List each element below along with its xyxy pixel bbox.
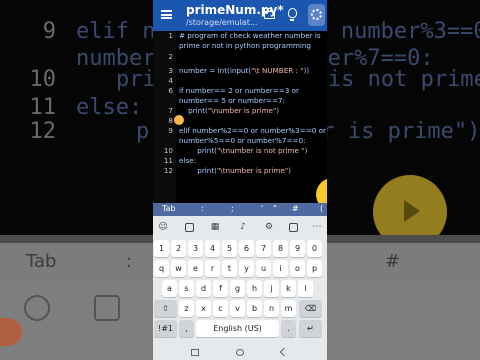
code-line: 10 print("\tnumber is not prime ")	[163, 146, 308, 155]
key-e[interactable]: e	[188, 260, 203, 277]
key-9[interactable]: 9	[290, 240, 305, 257]
code-line: 11 else:	[163, 156, 197, 165]
comma-key[interactable]: ,	[179, 320, 194, 337]
string-literal: "\tnumber is prime"	[216, 166, 289, 175]
key-r[interactable]: r	[205, 260, 220, 277]
file-path: /storage/emulat...	[186, 18, 258, 27]
code-line: 6 if number== 2 or number==3 or	[168, 86, 299, 95]
code-line: prime or not in python programming	[179, 41, 311, 50]
key-y[interactable]: y	[239, 260, 254, 277]
code-editor[interactable]: 1 # program of check weather number is pr…	[153, 31, 327, 203]
symbol-key[interactable]: "	[273, 204, 277, 213]
key-5[interactable]: 5	[222, 240, 237, 257]
key-k[interactable]: k	[281, 280, 296, 297]
key-0[interactable]: 0	[307, 240, 322, 257]
sticker-icon[interactable]	[185, 223, 194, 232]
text-cursor-handle[interactable]	[174, 115, 184, 125]
string-literal: "\tnumber is not prime "	[216, 146, 305, 155]
keyboard: ☺ ▦ ♪ ⚙ ⋯ 1 2 3 4 5 6 7 8 9 0 q w e r t …	[153, 216, 327, 360]
key-2[interactable]: 2	[171, 240, 186, 257]
code-line: 4	[168, 76, 173, 85]
key-b[interactable]: b	[247, 300, 262, 317]
mic-icon[interactable]: ♪	[237, 221, 249, 233]
key-l[interactable]: l	[298, 280, 313, 297]
key-s[interactable]: s	[179, 280, 194, 297]
settings-icon[interactable]: ⚙	[263, 221, 275, 233]
gif-icon[interactable]: ▦	[209, 221, 221, 233]
key-q[interactable]: q	[154, 260, 169, 277]
key-p[interactable]: p	[307, 260, 322, 277]
string-literal: "\number is prime"	[207, 106, 277, 115]
run-button[interactable]	[308, 4, 325, 26]
key-v[interactable]: v	[230, 300, 245, 317]
string-literal: "\t NUMBER : "	[251, 66, 304, 75]
symbol-key[interactable]: ;	[231, 204, 234, 213]
key-z[interactable]: z	[179, 300, 194, 317]
backspace-key[interactable]: ⌫	[299, 300, 322, 317]
bulb-icon[interactable]	[288, 8, 297, 21]
key-o[interactable]: o	[290, 260, 305, 277]
code-line: 1 # program of check weather number is	[168, 31, 321, 40]
space-key[interactable]: English (US)	[196, 320, 279, 337]
symbol-key[interactable]: Tab	[162, 204, 176, 213]
key-g[interactable]: g	[230, 280, 245, 297]
key-x[interactable]: x	[196, 300, 211, 317]
phone-screen: primeNum.py* /storage/emulat... 1 # progr…	[153, 0, 327, 360]
enter-key[interactable]: ↵	[299, 320, 322, 337]
key-a[interactable]: a	[162, 280, 177, 297]
key-4[interactable]: 4	[205, 240, 220, 257]
symbol-key[interactable]: (	[320, 204, 323, 213]
code-line: 2	[168, 52, 173, 61]
navigation-bar	[153, 347, 327, 360]
key-j[interactable]: j	[264, 280, 279, 297]
code-line: 9 elif number%2==0 or number%3==0 or	[168, 126, 326, 135]
code-line: 3 number = int(input("\t NUMBER : "))	[168, 66, 310, 75]
key-h[interactable]: h	[247, 280, 262, 297]
shift-key[interactable]: ⇧	[154, 300, 177, 317]
key-t[interactable]: t	[222, 260, 237, 277]
run-icon	[311, 9, 322, 20]
recents-icon[interactable]	[191, 349, 199, 356]
key-u[interactable]: u	[256, 260, 271, 277]
symbol-bar: Tab : ; ' " # (	[153, 203, 327, 216]
key-m[interactable]: m	[281, 300, 296, 317]
symbols-key[interactable]: !#1	[154, 320, 177, 337]
symbol-key[interactable]: #	[292, 204, 299, 213]
home-icon[interactable]	[236, 349, 244, 356]
symbol-key[interactable]: :	[201, 204, 204, 213]
key-n[interactable]: n	[264, 300, 279, 317]
code-line: number== 5 or number==7:	[179, 96, 285, 105]
emoji-icon[interactable]: ☺	[157, 221, 169, 233]
key-w[interactable]: w	[171, 260, 186, 277]
app-bar: primeNum.py* /storage/emulat...	[153, 0, 327, 31]
key-8[interactable]: 8	[273, 240, 288, 257]
symbol-key[interactable]: '	[261, 204, 263, 213]
folder-icon[interactable]	[263, 8, 275, 19]
background-sticker-icon	[94, 295, 120, 321]
key-3[interactable]: 3	[188, 240, 203, 257]
key-i[interactable]: i	[273, 260, 288, 277]
key-6[interactable]: 6	[239, 240, 254, 257]
code-line: number%5==0 or number%7==0:	[179, 136, 306, 145]
key-c[interactable]: c	[213, 300, 228, 317]
key-7[interactable]: 7	[256, 240, 271, 257]
more-icon[interactable]: ⋯	[311, 221, 323, 233]
menu-icon[interactable]	[161, 10, 172, 19]
clipboard-icon[interactable]	[289, 223, 298, 232]
period-key[interactable]: .	[281, 320, 296, 337]
background-emoji-icon	[24, 295, 50, 321]
key-1[interactable]: 1	[154, 240, 169, 257]
code-line: 12 print("\tnumber is prime")	[163, 166, 291, 175]
back-icon[interactable]	[279, 347, 289, 357]
key-f[interactable]: f	[213, 280, 228, 297]
key-d[interactable]: d	[196, 280, 211, 297]
